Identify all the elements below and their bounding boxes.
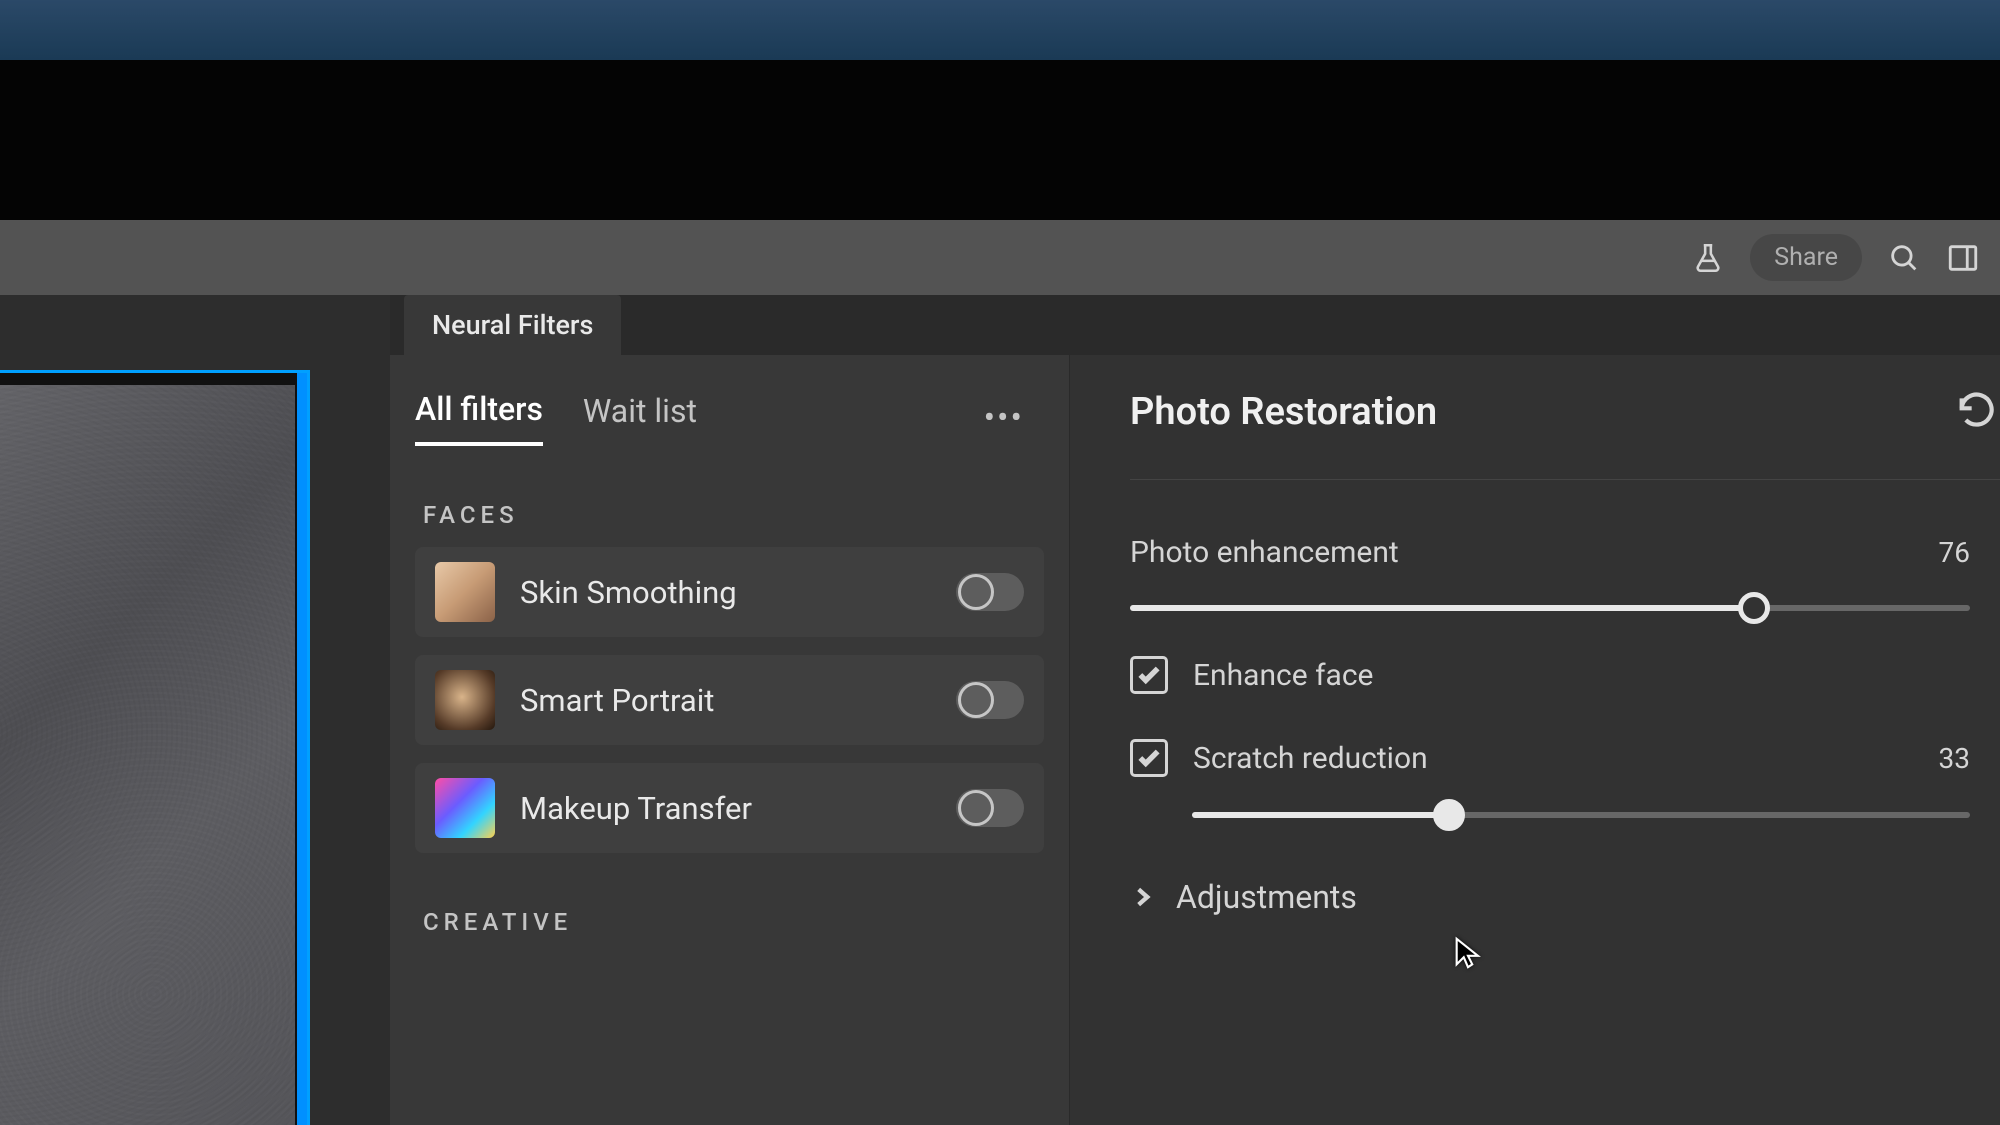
tab-all-filters[interactable]: All filters [415,390,543,446]
tab-wait-list[interactable]: Wait list [583,392,697,444]
group-faces-label: FACES [415,501,1044,529]
filter-list-panel: All filters Wait list ••• FACES Skin Smo… [390,355,1070,1125]
group-creative-label: CREATIVE [415,908,1044,936]
thumbnail-makeup-transfer [435,778,495,838]
thumbnail-smart-portrait [435,670,495,730]
context-bar: Share [0,220,2000,295]
filter-label: Smart Portrait [520,682,931,719]
filter-skin-smoothing[interactable]: Skin Smoothing [415,547,1044,637]
image-canvas[interactable] [0,370,310,1125]
photo-enhancement-label: Photo enhancement [1130,535,1399,570]
photo-enhancement-slider[interactable] [1130,605,1970,611]
search-icon[interactable] [1887,241,1921,275]
adjustments-accordion[interactable]: Adjustments [1130,878,2000,916]
more-options-icon[interactable]: ••• [984,398,1044,438]
scratch-reduction-slider[interactable] [1192,812,1970,818]
control-enhance-face[interactable]: Enhance face [1130,656,2000,694]
slider-handle[interactable] [1738,592,1770,624]
canvas-area[interactable] [0,295,390,1125]
control-scratch-reduction[interactable]: Scratch reduction 33 [1130,739,2000,777]
filter-smart-portrait[interactable]: Smart Portrait [415,655,1044,745]
toggle-skin-smoothing[interactable] [956,573,1024,611]
settings-title: Photo Restoration [1130,390,1437,434]
filter-settings-panel: Photo Restoration Photo enhancement 76 [1070,355,2000,1125]
slider-handle[interactable] [1433,799,1465,831]
scratch-reduction-value: 33 [1939,742,1970,775]
workspace-icon[interactable] [1946,241,1980,275]
filter-makeup-transfer[interactable]: Makeup Transfer [415,763,1044,853]
toggle-smart-portrait[interactable] [956,681,1024,719]
adjustments-label: Adjustments [1176,878,1357,916]
thumbnail-skin-smoothing [435,562,495,622]
filter-label: Skin Smoothing [520,574,931,611]
toggle-makeup-transfer[interactable] [956,789,1024,827]
photo-enhancement-value: 76 [1939,536,1970,569]
window-titlebar [0,0,2000,60]
control-photo-enhancement: Photo enhancement 76 [1130,535,2000,611]
scratch-reduction-label: Scratch reduction [1193,741,1428,776]
scratch-reduction-checkbox[interactable] [1130,739,1168,777]
enhance-face-checkbox[interactable] [1130,656,1168,694]
neural-filters-tab[interactable]: Neural Filters [404,295,621,355]
reset-icon[interactable] [1955,390,2000,434]
panel-tab-strip: Neural Filters [390,295,2000,355]
filter-label: Makeup Transfer [520,790,931,827]
beaker-icon[interactable] [1691,241,1725,275]
app-toolbar-background [0,60,2000,220]
enhance-face-label: Enhance face [1193,658,1373,693]
share-button[interactable]: Share [1750,234,1862,281]
